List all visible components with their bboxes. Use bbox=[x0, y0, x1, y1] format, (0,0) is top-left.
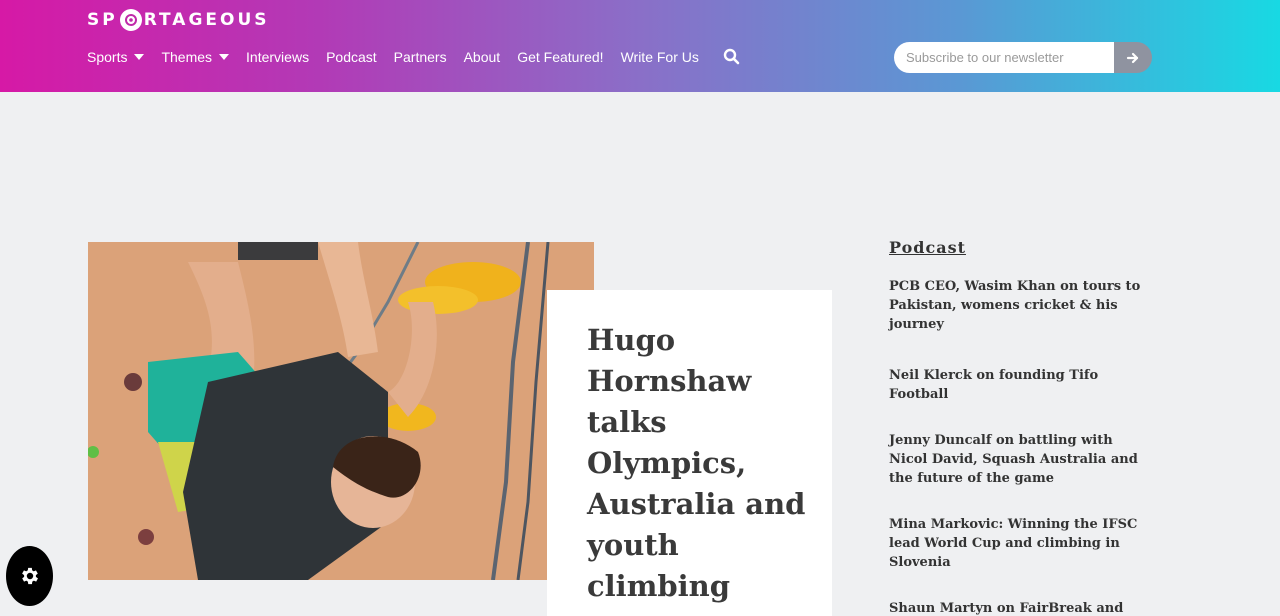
caret-down-icon bbox=[219, 54, 230, 60]
site-header: SP RTAGEOUS Sports Themes Interviews Pod… bbox=[0, 0, 1280, 92]
caret-down-icon bbox=[134, 54, 145, 60]
sidebar-link-4[interactable]: Mina Markovic: Winning the IFSC lead Wor… bbox=[889, 515, 1149, 572]
arrow-right-icon bbox=[1126, 52, 1139, 63]
nav-item-write-for-us[interactable]: Write For Us bbox=[621, 49, 699, 65]
logo-mark-icon bbox=[119, 9, 142, 31]
nav-item-themes[interactable]: Themes bbox=[161, 49, 230, 65]
sidebar-heading[interactable]: Podcast bbox=[889, 238, 966, 257]
nav-item-get-featured[interactable]: Get Featured! bbox=[517, 49, 603, 65]
sidebar-link-3[interactable]: Jenny Duncalf on battling with Nicol Dav… bbox=[889, 431, 1149, 488]
article-title[interactable]: Hugo Hornshaw talks Olympics, Australia … bbox=[587, 320, 812, 607]
nav-item-podcast[interactable]: Podcast bbox=[326, 49, 377, 65]
nav-item-partners[interactable]: Partners bbox=[394, 49, 447, 65]
search-icon[interactable] bbox=[723, 48, 740, 65]
newsletter-form bbox=[894, 42, 1152, 73]
sidebar-link-1[interactable]: PCB CEO, Wasim Khan on tours to Pakistan… bbox=[889, 277, 1149, 334]
nav-item-interviews[interactable]: Interviews bbox=[246, 49, 309, 65]
cookie-settings-button[interactable] bbox=[6, 546, 53, 606]
sidebar-link-5[interactable]: Shaun Martyn on FairBreak and the future… bbox=[889, 599, 1149, 616]
podcast-sidebar: Podcast PCB CEO, Wasim Khan on tours to … bbox=[889, 238, 1149, 616]
climber-photo-illustration bbox=[88, 242, 594, 580]
nav-item-sports[interactable]: Sports bbox=[87, 49, 145, 65]
gear-icon bbox=[21, 567, 38, 585]
logo-text-left: SP bbox=[87, 10, 118, 30]
nav-item-label: Themes bbox=[161, 49, 213, 65]
sidebar-link-2[interactable]: Neil Klerck on founding Tifo Football bbox=[889, 366, 1149, 404]
article-card: Hugo Hornshaw talks Olympics, Australia … bbox=[547, 290, 832, 616]
logo-text-right: RTAGEOUS bbox=[143, 10, 270, 30]
nav-item-label: Sports bbox=[87, 49, 128, 65]
article-hero-image[interactable] bbox=[88, 242, 594, 580]
newsletter-email-input[interactable] bbox=[894, 42, 1114, 73]
newsletter-submit-button[interactable] bbox=[1114, 42, 1152, 73]
site-logo[interactable]: SP RTAGEOUS bbox=[87, 8, 270, 32]
main-nav: Sports Themes Interviews Podcast Partner… bbox=[87, 48, 716, 66]
nav-item-about[interactable]: About bbox=[464, 49, 501, 65]
